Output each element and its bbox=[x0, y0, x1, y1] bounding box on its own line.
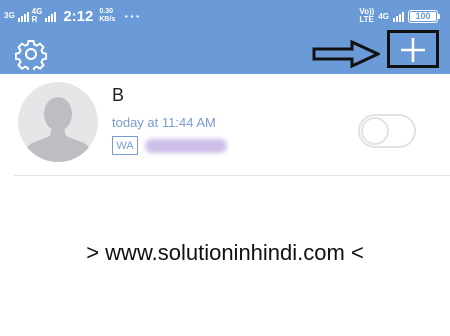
contact-name: B bbox=[112, 85, 125, 105]
volte-bottom-label: LTE bbox=[359, 15, 374, 24]
status-right: Vo)) LTE 4G 100 bbox=[359, 8, 440, 24]
avatar bbox=[18, 82, 98, 162]
contact-row[interactable]: B today at 11:44 AM WA bbox=[0, 74, 450, 176]
notification-overflow-icon: ··· bbox=[124, 8, 142, 24]
battery-icon: 100 bbox=[408, 9, 440, 23]
status-time: 2:12 bbox=[63, 7, 94, 25]
add-button-highlight[interactable] bbox=[387, 30, 439, 68]
status-bar: 3G 4G R 2:12 0.30 KB/s ··· Vo)) LTE 4G 1… bbox=[0, 0, 450, 36]
person-silhouette-icon bbox=[25, 97, 91, 162]
contact-toggle[interactable] bbox=[358, 114, 416, 148]
signal-icon bbox=[17, 11, 29, 22]
network-speed-value: 0.30 bbox=[99, 8, 113, 15]
network-type-2: 4G R bbox=[32, 8, 43, 24]
volte-icon: Vo)) LTE bbox=[359, 8, 374, 24]
network-speed-unit: KB/s bbox=[99, 16, 116, 23]
app-bar bbox=[0, 30, 450, 74]
blurred-phone-number bbox=[145, 139, 227, 153]
gear-icon[interactable] bbox=[15, 38, 47, 70]
toggle-knob[interactable] bbox=[361, 117, 389, 145]
roaming-indicator: R bbox=[31, 15, 38, 24]
arrow-right-icon bbox=[312, 40, 380, 68]
network-speed: 0.30 KB/s bbox=[99, 8, 115, 24]
network-type-1-label: 3G bbox=[4, 11, 15, 20]
plus-icon[interactable] bbox=[400, 37, 426, 63]
signal-icon bbox=[45, 11, 57, 22]
network-type-right: 4G bbox=[378, 11, 389, 21]
divider bbox=[14, 175, 450, 176]
network-type-1: 3G bbox=[4, 12, 15, 20]
contact-time: today at 11:44 AM bbox=[112, 115, 216, 130]
battery-level: 100 bbox=[415, 11, 431, 21]
whatsapp-badge: WA bbox=[112, 136, 138, 155]
status-left: 3G 4G R 2:12 0.30 KB/s ··· bbox=[4, 8, 141, 24]
watermark-text: > www.solutioninhindi.com < bbox=[86, 240, 364, 265]
signal-icon bbox=[393, 11, 404, 22]
